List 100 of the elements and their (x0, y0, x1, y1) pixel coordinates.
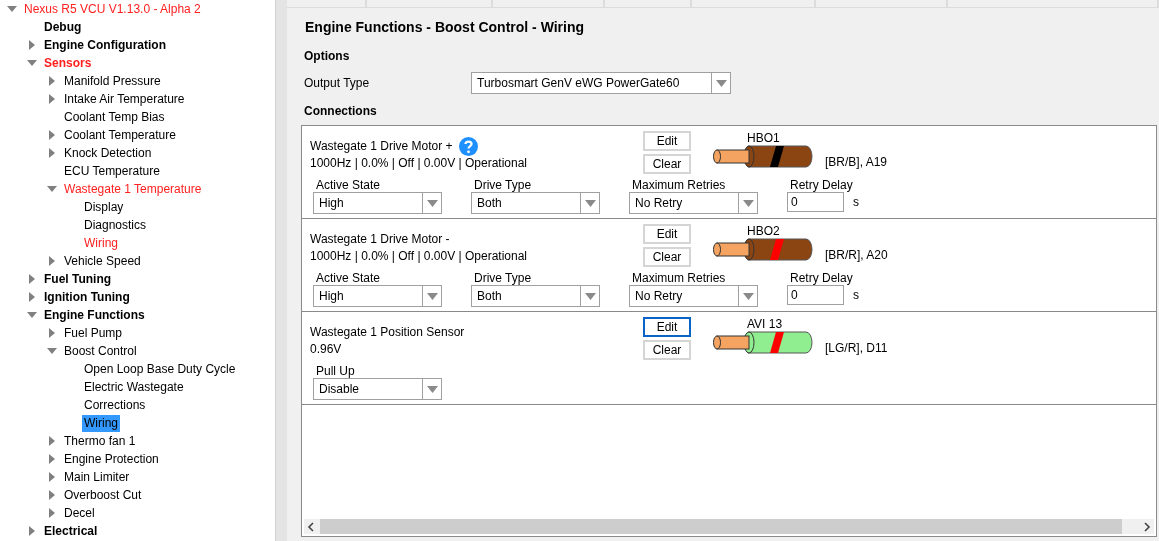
number-field[interactable]: 0 (787, 285, 844, 305)
tree-item[interactable]: Corrections (82, 396, 148, 414)
field-label: Retry Delay (790, 271, 854, 285)
caret-icon[interactable] (584, 292, 596, 300)
horizontal-scrollbar[interactable] (304, 519, 1154, 534)
tree-item[interactable]: Engine Functions (42, 306, 147, 324)
field-label: Retry Delay (790, 178, 854, 192)
connection-name: Wastegate 1 Position Sensor (310, 325, 465, 339)
tree-item[interactable]: Manifold Pressure (62, 72, 163, 90)
tree-item[interactable]: Decel (62, 504, 97, 522)
edit-button[interactable]: Edit (643, 224, 691, 244)
clear-button[interactable]: Clear (643, 340, 691, 360)
expanded-arrow-icon[interactable] (47, 184, 57, 194)
tree-item[interactable]: Display (82, 198, 126, 216)
collapsed-arrow-icon[interactable] (47, 94, 57, 104)
tree-item[interactable]: Fuel Pump (62, 324, 125, 342)
dropdown[interactable]: No Retry (629, 192, 758, 214)
caret-icon[interactable] (584, 199, 596, 207)
tree-item[interactable]: Wiring (82, 234, 120, 252)
caret-icon[interactable] (742, 199, 754, 207)
edit-button[interactable]: Edit (643, 317, 691, 337)
expanded-arrow-icon[interactable] (7, 4, 17, 14)
tree-item[interactable]: Intake Air Temperature (62, 90, 187, 108)
wire-code: [LG/R], D11 (825, 341, 888, 355)
edit-button[interactable]: Edit (643, 131, 691, 151)
dropdown[interactable]: High (313, 285, 442, 307)
tree-item[interactable]: Vehicle Speed (62, 252, 143, 270)
unit-label: s (853, 288, 859, 302)
field-label: Drive Type (474, 178, 533, 192)
tree-item[interactable]: Main Limiter (62, 468, 132, 486)
collapsed-arrow-icon[interactable] (47, 490, 57, 500)
caret-icon[interactable] (426, 385, 438, 393)
section-heading: Connections (304, 104, 378, 119)
caret-icon[interactable] (426, 292, 438, 300)
connection-status: 1000Hz | 0.0% | Off | 0.00V | Operational (310, 249, 529, 263)
expanded-arrow-icon[interactable] (27, 310, 37, 320)
collapsed-arrow-icon[interactable] (47, 256, 57, 266)
collapsed-arrow-icon[interactable] (47, 130, 57, 140)
tree-item[interactable]: Debug (42, 18, 84, 36)
dropdown[interactable]: No Retry (629, 285, 758, 307)
wire-label: HBO1 (747, 131, 781, 145)
tree-item[interactable]: Thermo fan 1 (62, 432, 138, 450)
wire-label: AVI 13 (747, 317, 784, 331)
tree-item[interactable]: Overboost Cut (62, 486, 144, 504)
dropdown[interactable]: Both (471, 192, 600, 214)
tree-item[interactable]: Knock Detection (62, 144, 154, 162)
clear-button[interactable]: Clear (643, 154, 691, 174)
wire-code: [BR/R], A20 (825, 248, 888, 262)
collapsed-arrow-icon[interactable] (47, 148, 57, 158)
connection-name: Wastegate 1 Drive Motor + (310, 139, 453, 153)
section-heading: Options (304, 49, 351, 64)
caret-icon[interactable] (715, 79, 727, 87)
collapsed-arrow-icon[interactable] (47, 454, 57, 464)
tree-item[interactable]: Fuel Tuning (42, 270, 114, 288)
field-label: Active State (316, 271, 382, 285)
caret-icon[interactable] (742, 292, 754, 300)
collapsed-arrow-icon[interactable] (27, 40, 37, 50)
collapsed-arrow-icon[interactable] (27, 526, 37, 536)
dropdown[interactable]: Both (471, 285, 600, 307)
field-label: Drive Type (474, 271, 533, 285)
connection-status: 1000Hz | 0.0% | Off | 0.00V | Operational (310, 156, 529, 170)
connection-status: 0.96V (310, 342, 343, 356)
collapsed-arrow-icon[interactable] (27, 292, 37, 302)
collapsed-arrow-icon[interactable] (47, 472, 57, 482)
tree-item[interactable]: Nexus R5 VCU V1.13.0 - Alpha 2 (22, 0, 203, 18)
wire-label: HBO2 (747, 224, 781, 238)
collapsed-arrow-icon[interactable] (47, 436, 57, 446)
caret-icon[interactable] (426, 199, 438, 207)
field-label: Pull Up (316, 364, 356, 378)
expanded-arrow-icon[interactable] (47, 346, 57, 356)
field-label: Active State (316, 178, 382, 192)
tree-item[interactable]: Engine Protection (62, 450, 161, 468)
tree-item[interactable]: Coolant Temperature (62, 126, 178, 144)
field-label: Maximum Retries (632, 271, 727, 285)
tree-item[interactable]: Boost Control (62, 342, 139, 360)
tree-item[interactable]: Wiring (82, 414, 120, 432)
collapsed-arrow-icon[interactable] (27, 274, 37, 284)
tree-item[interactable]: Sensors (42, 54, 94, 72)
help-icon[interactable] (458, 136, 478, 156)
tree-item[interactable]: Coolant Temp Bias (62, 108, 167, 126)
number-field[interactable]: 0 (787, 192, 844, 212)
tree-item[interactable]: Engine Configuration (42, 36, 168, 54)
unit-label: s (853, 195, 859, 209)
page-title: Engine Functions - Boost Control - Wiring (305, 19, 586, 37)
wire-code: [BR/B], A19 (825, 155, 888, 169)
tree-item[interactable]: ECU Temperature (62, 162, 162, 180)
tree-item[interactable]: Diagnostics (82, 216, 149, 234)
dropdown[interactable]: Disable (313, 378, 442, 400)
tree-item[interactable]: Wastegate 1 Temperature (62, 180, 204, 198)
expanded-arrow-icon[interactable] (27, 58, 37, 68)
tree-item[interactable]: Electric Wastegate (82, 378, 186, 396)
output-type-dropdown[interactable]: Turbosmart GenV eWG PowerGate60 (471, 72, 731, 94)
tree-item[interactable]: Open Loop Base Duty Cycle (82, 360, 238, 378)
tree-item[interactable]: Ignition Tuning (42, 288, 132, 306)
tree-item[interactable]: Electrical (42, 522, 100, 540)
dropdown[interactable]: High (313, 192, 442, 214)
clear-button[interactable]: Clear (643, 247, 691, 267)
collapsed-arrow-icon[interactable] (47, 508, 57, 518)
collapsed-arrow-icon[interactable] (47, 328, 57, 338)
collapsed-arrow-icon[interactable] (47, 76, 57, 86)
